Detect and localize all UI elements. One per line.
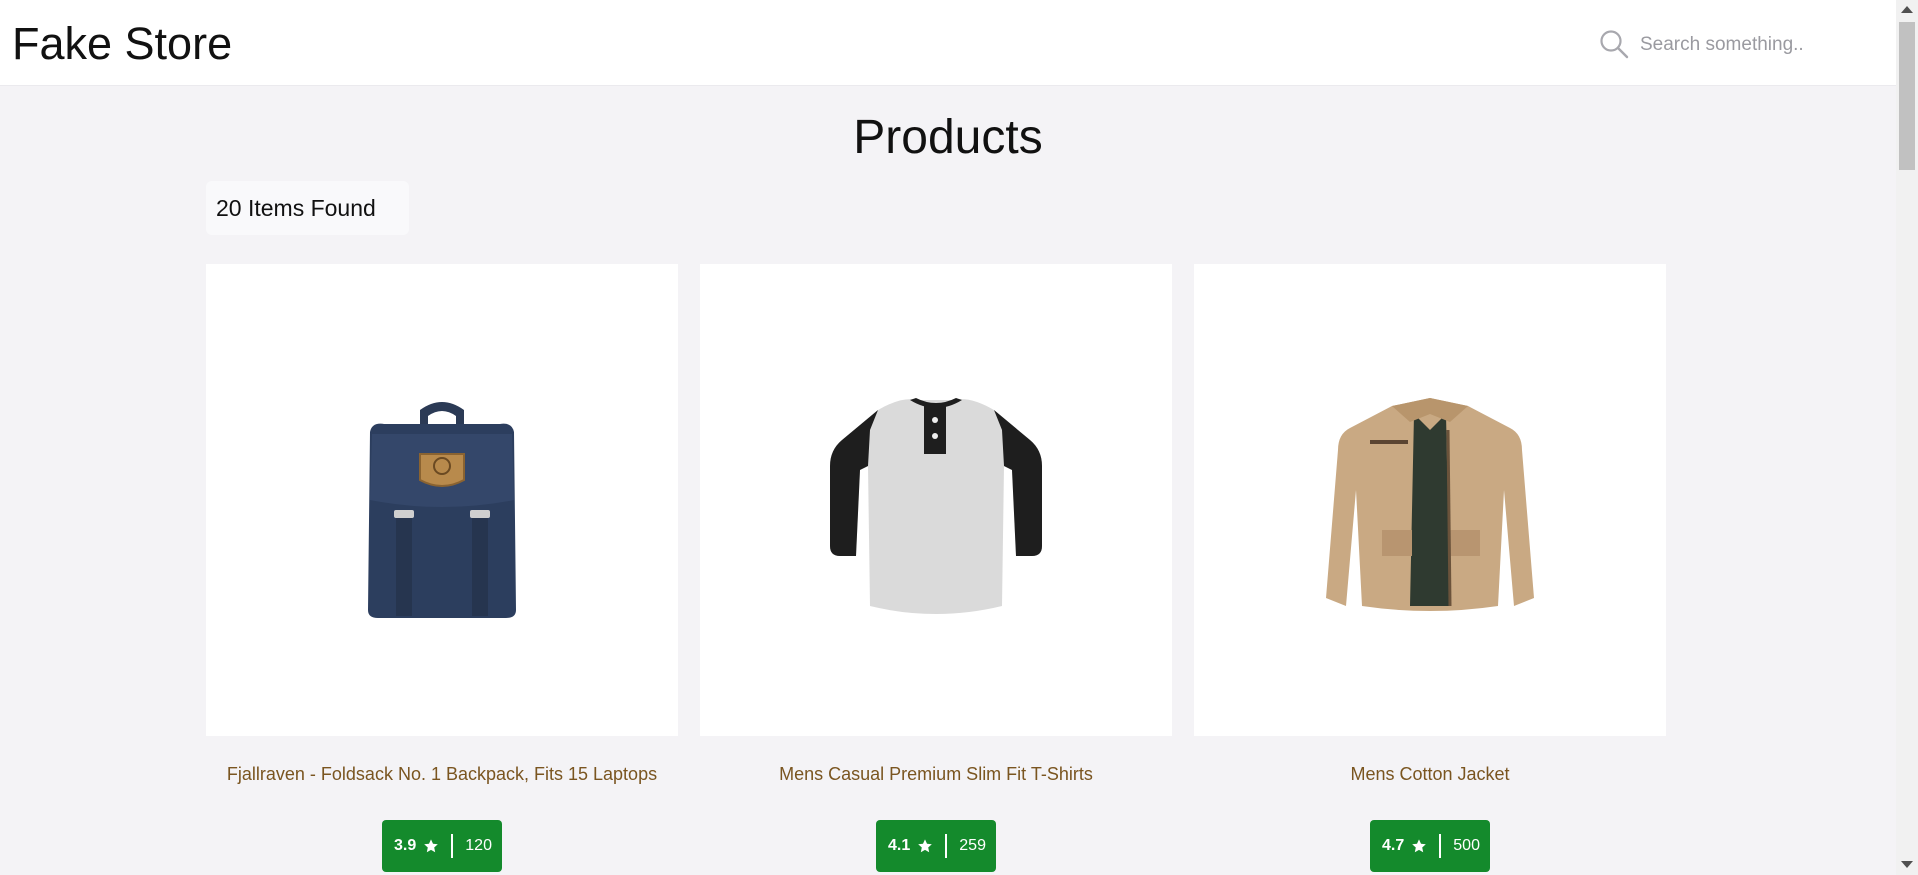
- product-card[interactable]: Fjallraven - Foldsack No. 1 Backpack, Fi…: [206, 264, 678, 872]
- product-card[interactable]: Mens Casual Premium Slim Fit T-Shirts 4.…: [700, 264, 1172, 872]
- product-image-backpack[interactable]: [206, 264, 678, 736]
- rating-value: 4.1: [888, 837, 911, 854]
- page-scrollbar[interactable]: [1896, 0, 1918, 875]
- backpack-icon: [368, 402, 516, 618]
- rating-badge: 4.7 500: [1370, 820, 1490, 872]
- search-icon[interactable]: [1598, 28, 1630, 60]
- badge-divider: [451, 834, 454, 858]
- product-title[interactable]: Mens Casual Premium Slim Fit T-Shirts: [700, 750, 1172, 798]
- search-input[interactable]: [1638, 29, 1872, 61]
- rating-value: 4.7: [1382, 837, 1405, 854]
- product-title[interactable]: Mens Cotton Jacket: [1194, 750, 1666, 798]
- top-header: Fake Store: [0, 0, 1896, 86]
- items-found-count: 20 Items Found: [206, 181, 409, 235]
- star-icon: [424, 839, 439, 853]
- search-bar[interactable]: [1598, 26, 1878, 61]
- star-icon: [918, 839, 933, 853]
- jacket-icon: [1326, 398, 1534, 611]
- rating-count: 500: [1453, 837, 1480, 854]
- product-title[interactable]: Fjallraven - Foldsack No. 1 Backpack, Fi…: [206, 750, 678, 798]
- page-title: Products: [853, 111, 1043, 164]
- star-icon: [1412, 839, 1427, 853]
- product-card[interactable]: Mens Cotton Jacket 4.7 500: [1194, 264, 1666, 872]
- product-image-jacket[interactable]: [1194, 264, 1666, 736]
- scroll-thumb[interactable]: [1899, 22, 1915, 170]
- rating-count: 120: [465, 837, 492, 854]
- tshirt-icon: [830, 398, 1042, 614]
- scroll-down-icon[interactable]: [1901, 861, 1913, 868]
- rating-value: 3.9: [394, 837, 417, 854]
- scroll-up-icon[interactable]: [1901, 6, 1913, 13]
- badge-divider: [1439, 834, 1442, 858]
- badge-divider: [945, 834, 948, 858]
- rating-badge: 3.9 120: [382, 820, 502, 872]
- rating-count: 259: [959, 837, 986, 854]
- rating-badge: 4.1 259: [876, 820, 996, 872]
- brand-title[interactable]: Fake Store: [12, 20, 232, 68]
- product-image-tshirt[interactable]: [700, 264, 1172, 736]
